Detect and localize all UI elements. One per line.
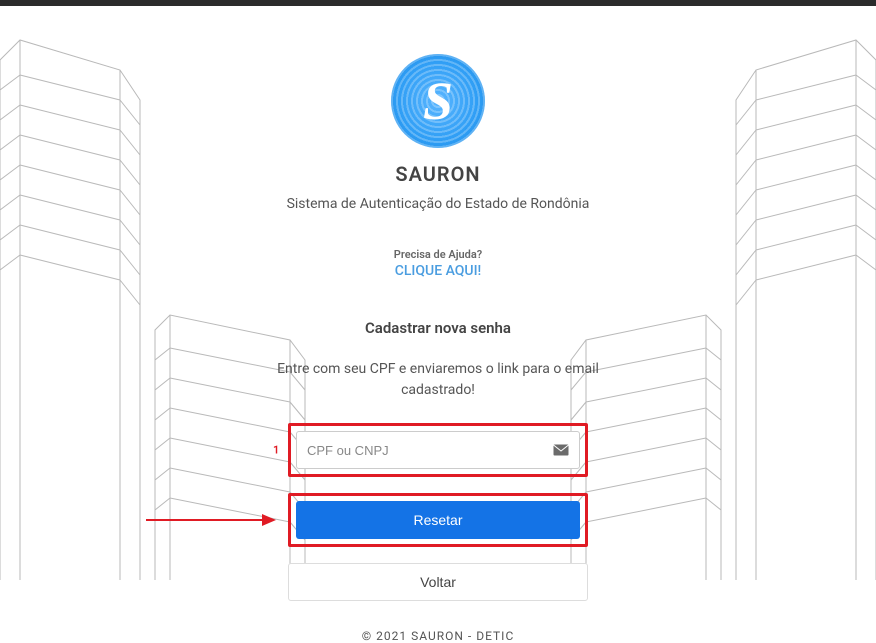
envelope-icon — [553, 444, 569, 456]
annotation-marker-1: 1 — [273, 444, 279, 457]
annotation-arrow-icon — [146, 510, 276, 530]
help-block: Precisa de Ajuda? CLIQUE AQUI! — [394, 248, 482, 279]
help-label: Precisa de Ajuda? — [394, 248, 482, 261]
annotation-box-input: 1 — [288, 423, 588, 477]
help-link[interactable]: CLIQUE AQUI! — [394, 263, 482, 279]
annotation-box-button: Resetar — [288, 493, 588, 547]
app-title: SAURON — [395, 162, 480, 186]
reset-button[interactable]: Resetar — [296, 501, 580, 539]
back-button[interactable]: Voltar — [288, 563, 588, 601]
footer-text: © 2021 SAURON - DETIC — [362, 629, 515, 643]
app-subtitle: Sistema de Autenticação do Estado de Ron… — [287, 196, 590, 212]
fingerprint-logo-icon: S — [391, 54, 485, 148]
logo: S SAURON Sistema de Autenticação do Esta… — [287, 54, 590, 212]
section-title: Cadastrar nova senha — [365, 319, 511, 337]
instructions: Entre com seu CPF e enviaremos o link pa… — [268, 359, 608, 401]
cpf-input[interactable] — [307, 443, 553, 458]
cpf-input-wrap[interactable] — [296, 431, 580, 469]
